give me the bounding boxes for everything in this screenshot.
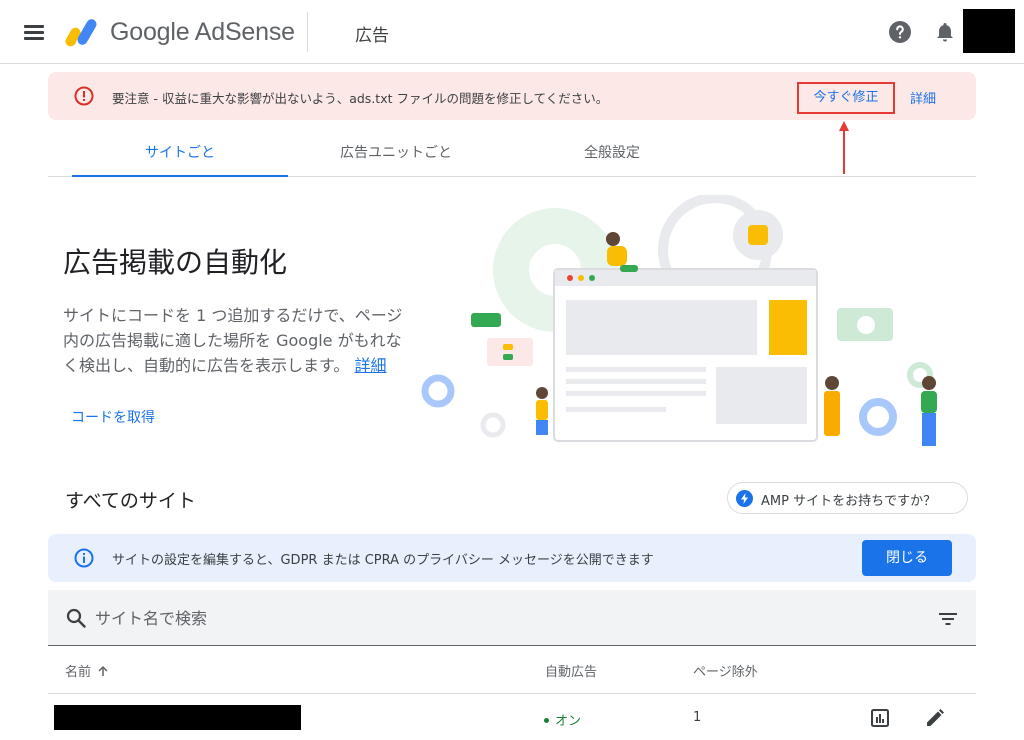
amp-sites-chip[interactable]: AMP サイトをお持ちですか？ — [727, 482, 968, 514]
site-name-redacted — [54, 705, 301, 730]
report-icon[interactable] — [869, 707, 891, 729]
column-page-exclusions-header: ページ除外 — [693, 665, 758, 680]
help-icon[interactable] — [888, 20, 912, 44]
search-icon — [66, 608, 86, 628]
ads-txt-warning-banner: 要注意 - 収益に重大な影響が出ないよう、ads.txt ファイルの問題を修正し… — [48, 72, 976, 120]
info-icon — [74, 548, 94, 568]
hero-details-link[interactable]: 詳細 — [355, 356, 387, 375]
auto-ads-status: オン — [544, 710, 581, 729]
tab-general-settings[interactable]: 全般設定 — [504, 129, 720, 177]
all-sites-heading: すべてのサイト — [65, 490, 196, 512]
adsense-logo-icon — [65, 19, 97, 47]
top-app-bar: Google AdSense 広告 — [0, 0, 1024, 64]
status-dot — [544, 718, 549, 723]
column-auto-ads-header: 自動広告 — [545, 665, 598, 680]
header-divider — [307, 12, 308, 52]
auto-ads-status-label: オン — [555, 714, 582, 729]
get-code-link[interactable]: コードを取得 — [71, 407, 155, 427]
tab-bar: サイトごと 広告ユニットごと 全般設定 — [48, 129, 976, 177]
site-search-input[interactable] — [95, 602, 875, 634]
hero-description: サイトにコードを 1 つ追加するだけで、ページ内の広告掲載に適した場所を Goo… — [63, 303, 413, 378]
sort-ascending-icon — [98, 665, 108, 676]
hero-description-text: サイトにコードを 1 つ追加するだけで、ページ内の広告掲載に適した場所を Goo… — [63, 306, 403, 375]
avatar[interactable] — [963, 9, 1015, 53]
error-icon — [74, 86, 94, 106]
amp-chip-label: AMP サイトをお持ちですか？ — [761, 494, 937, 509]
column-name-label: 名前 — [65, 665, 92, 680]
auto-ads-illustration — [421, 195, 937, 446]
filter-icon[interactable] — [936, 607, 960, 631]
column-name-header[interactable]: 名前 — [65, 661, 109, 680]
bell-icon[interactable] — [933, 20, 957, 44]
site-search-bar — [48, 590, 976, 646]
edit-icon[interactable] — [924, 707, 946, 729]
warning-details-link[interactable]: 詳細 — [910, 88, 936, 107]
fix-now-button[interactable]: 今すぐ修正 — [800, 85, 892, 111]
page-title: 広告 — [355, 26, 389, 46]
hero-title: 広告掲載の自動化 — [63, 246, 288, 279]
close-banner-button[interactable]: 閉じる — [862, 540, 952, 576]
menu-icon[interactable] — [22, 20, 46, 44]
brand-name: Google AdSense — [110, 18, 295, 46]
page-exclusions-count: 1 — [693, 710, 702, 725]
info-banner-text: サイトの設定を編集すると、GDPR または CPRA のプライバシー メッセージ… — [112, 553, 654, 568]
sites-table-header: 名前 自動広告 ページ除外 — [48, 646, 976, 694]
bolt-icon — [736, 490, 753, 507]
warning-text: 要注意 - 収益に重大な影響が出ないよう、ads.txt ファイルの問題を修正し… — [112, 91, 609, 106]
tab-by-ad-unit[interactable]: 広告ユニットごと — [288, 129, 504, 177]
table-row[interactable]: オン 1 — [48, 695, 976, 740]
privacy-info-banner: サイトの設定を編集すると、GDPR または CPRA のプライバシー メッセージ… — [48, 534, 976, 582]
tab-by-site[interactable]: サイトごと — [72, 129, 288, 177]
